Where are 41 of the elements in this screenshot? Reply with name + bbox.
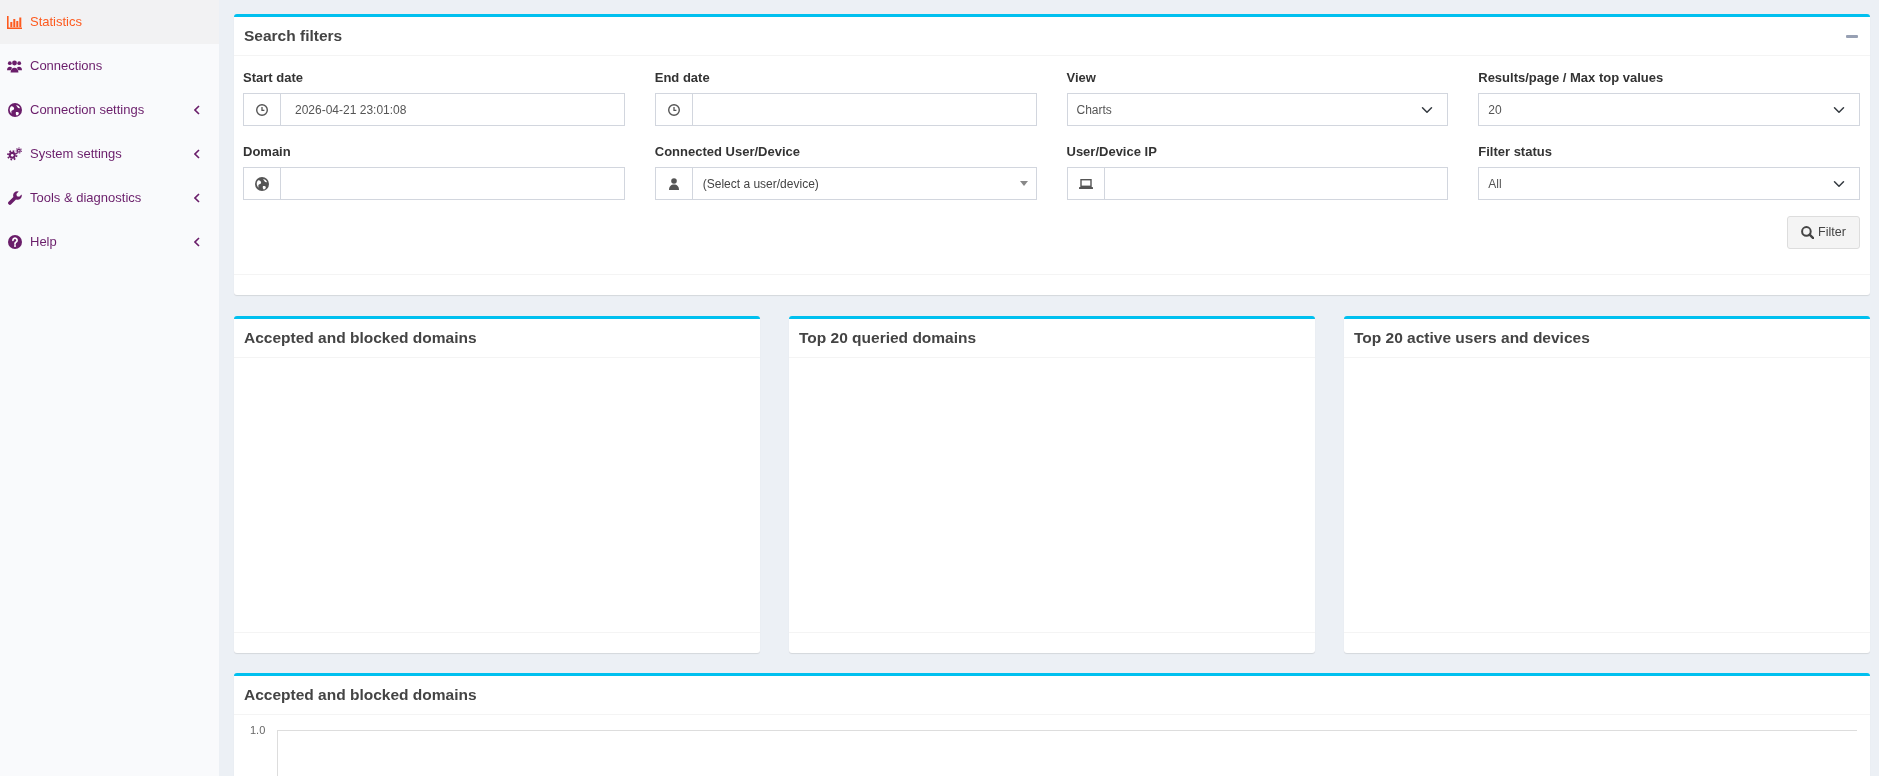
gears-icon — [7, 147, 22, 161]
date-input[interactable]: 2026-04-21 23:01:08 — [280, 93, 625, 126]
filter-button[interactable]: Filter — [1787, 216, 1860, 249]
date-input[interactable] — [691, 93, 1037, 126]
caret-down-icon — [1019, 181, 1028, 186]
panel-title: Top 20 queried domains — [799, 328, 977, 348]
search-icon — [1801, 226, 1815, 239]
panel-title: Accepted and blocked domains — [244, 685, 477, 705]
dropdown[interactable]: Charts — [1066, 93, 1449, 126]
clock-icon — [667, 103, 680, 116]
domain-input[interactable] — [280, 167, 625, 200]
clock-icon — [256, 103, 268, 116]
laptop-icon — [1078, 178, 1093, 189]
sidebar-item[interactable]: Help — [0, 220, 219, 264]
dropdown[interactable]: All — [1478, 167, 1860, 200]
field-label: View — [1066, 69, 1097, 87]
field-label: End date — [654, 69, 711, 87]
sidebar-item[interactable]: Connection settings — [0, 88, 219, 132]
question-icon — [7, 235, 22, 249]
field-label: Results/page / Max top values — [1478, 69, 1665, 87]
sidebar-item[interactable]: System settings — [0, 132, 219, 176]
bar-chart-icon — [7, 15, 22, 29]
field-label: User/Device IP — [1066, 143, 1158, 161]
sidebar-item[interactable]: Tools & diagnostics — [0, 176, 219, 220]
field-label: Start date — [243, 69, 304, 87]
user-select[interactable]: (Select a user/device) — [691, 167, 1037, 200]
ip-input[interactable] — [1103, 167, 1449, 200]
globe-icon — [255, 176, 269, 191]
user-icon — [668, 177, 679, 190]
globe-icon — [7, 103, 22, 117]
axis-tick-label: 1.0 — [250, 724, 267, 736]
sidebar-item[interactable]: Connections — [0, 44, 219, 88]
panel-title: Top 20 active users and devices — [1354, 328, 1590, 348]
users-icon — [7, 59, 22, 73]
panel-title: Search filters — [244, 26, 343, 46]
dropdown[interactable]: 20 — [1478, 93, 1860, 126]
field-label: Domain — [243, 143, 292, 161]
field-label: Connected User/Device — [654, 143, 801, 161]
field-label: Filter status — [1478, 143, 1553, 161]
panel-title: Accepted and blocked domains — [244, 328, 477, 348]
wrench-icon — [7, 191, 22, 205]
